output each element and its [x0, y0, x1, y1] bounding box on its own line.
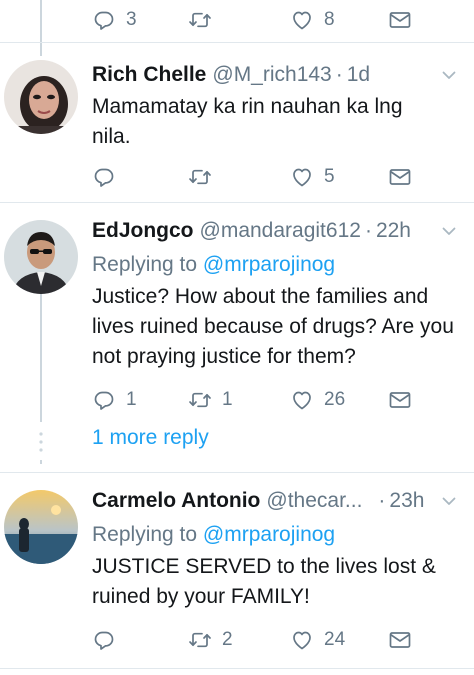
separator-dot: · [364, 219, 372, 242]
envelope-icon [388, 628, 412, 652]
tweet[interactable]: Carmelo Antonio @thecar... · 23h Replyin… [92, 486, 460, 612]
reply-icon [92, 388, 116, 412]
retweet-icon [188, 388, 212, 412]
envelope-icon [388, 8, 412, 32]
like-button[interactable]: 24 [290, 620, 345, 660]
avatar[interactable] [4, 220, 78, 294]
mention-link[interactable]: @mrparojinog [203, 253, 335, 276]
heart-icon [290, 628, 314, 652]
retweet-count: 2 [222, 629, 233, 650]
display-name[interactable]: Rich Chelle [92, 63, 206, 87]
reply-count: 3 [126, 9, 137, 30]
separator-dot: · [378, 489, 386, 512]
thread-line [40, 460, 42, 464]
divider [0, 42, 474, 43]
retweet-icon [188, 628, 212, 652]
timestamp[interactable]: 1d [347, 63, 370, 87]
like-count: 26 [324, 389, 346, 410]
chevron-down-icon[interactable] [440, 492, 458, 510]
tweet-actions: 3 8 [0, 0, 474, 40]
dm-button[interactable] [388, 157, 412, 197]
like-count: 8 [324, 9, 335, 30]
reply-button[interactable] [92, 157, 116, 197]
replying-to: Replying to @mrparojinog [92, 520, 460, 550]
avatar[interactable] [4, 490, 78, 564]
retweet-button[interactable]: 1 [188, 380, 233, 420]
retweet-icon [188, 8, 212, 32]
replying-to: Replying to @mrparojinog [92, 250, 460, 280]
envelope-icon [388, 165, 412, 189]
replying-prefix: Replying to [92, 523, 198, 546]
separator-dot: · [335, 63, 343, 86]
tweet-text: Mamamatay ka rin nauhan ka lng nila. [92, 95, 403, 148]
user-handle[interactable]: @mandaragit612 [200, 219, 361, 243]
retweet-icon [188, 165, 212, 189]
like-button[interactable]: 26 [290, 380, 345, 420]
more-dots-icon [39, 432, 43, 452]
dm-button[interactable] [388, 620, 412, 660]
reply-icon [92, 628, 116, 652]
reply-icon [92, 165, 116, 189]
retweet-button[interactable] [188, 157, 212, 197]
more-replies-link[interactable]: 1 more reply [92, 426, 209, 450]
reply-icon [92, 8, 116, 32]
user-handle[interactable]: @M_rich143 [212, 63, 331, 87]
tweet-header: Rich Chelle @M_rich143 · 1d [92, 60, 460, 90]
reply-button[interactable]: 1 [92, 380, 137, 420]
tweet-actions: 1 1 26 [0, 380, 474, 420]
tweet[interactable]: EdJongco @mandaragit612 · 22h Replying t… [92, 216, 460, 372]
chevron-down-icon[interactable] [440, 66, 458, 84]
avatar[interactable] [4, 60, 78, 134]
tweet[interactable]: Rich Chelle @M_rich143 · 1d Mamamatay ka… [92, 60, 460, 152]
reply-button[interactable] [92, 620, 116, 660]
retweet-count: 1 [222, 389, 233, 410]
timestamp[interactable]: 23h [389, 489, 424, 513]
like-button[interactable]: 8 [290, 0, 335, 40]
mention-link[interactable]: @mrparojinog [203, 523, 335, 546]
retweet-button[interactable]: 2 [188, 620, 233, 660]
tweet-header: EdJongco @mandaragit612 · 22h [92, 216, 460, 246]
like-count: 24 [324, 629, 346, 650]
display-name[interactable]: EdJongco [92, 219, 194, 243]
heart-icon [290, 165, 314, 189]
dm-button[interactable] [388, 380, 412, 420]
reply-button[interactable]: 3 [92, 0, 137, 40]
heart-icon [290, 388, 314, 412]
timestamp[interactable]: 22h [376, 219, 411, 243]
retweet-button[interactable] [188, 0, 212, 40]
user-handle[interactable]: @thecar... [266, 489, 362, 513]
divider [0, 472, 474, 473]
tweet-header: Carmelo Antonio @thecar... · 23h [92, 486, 460, 516]
divider [0, 202, 474, 203]
tweet-text: Justice? How about the families and live… [92, 285, 454, 368]
like-button[interactable]: 5 [290, 157, 335, 197]
tweet-actions: 5 [0, 157, 474, 197]
dm-button[interactable] [388, 0, 412, 40]
tweet-text: JUSTICE SERVED to the lives lost & ruine… [92, 555, 436, 608]
like-count: 5 [324, 166, 335, 187]
chevron-down-icon[interactable] [440, 222, 458, 240]
tweet-actions: 2 24 [0, 620, 474, 660]
envelope-icon [388, 388, 412, 412]
divider [0, 668, 474, 669]
heart-icon [290, 8, 314, 32]
display-name[interactable]: Carmelo Antonio [92, 489, 260, 513]
reply-count: 1 [126, 389, 137, 410]
replying-prefix: Replying to [92, 253, 198, 276]
